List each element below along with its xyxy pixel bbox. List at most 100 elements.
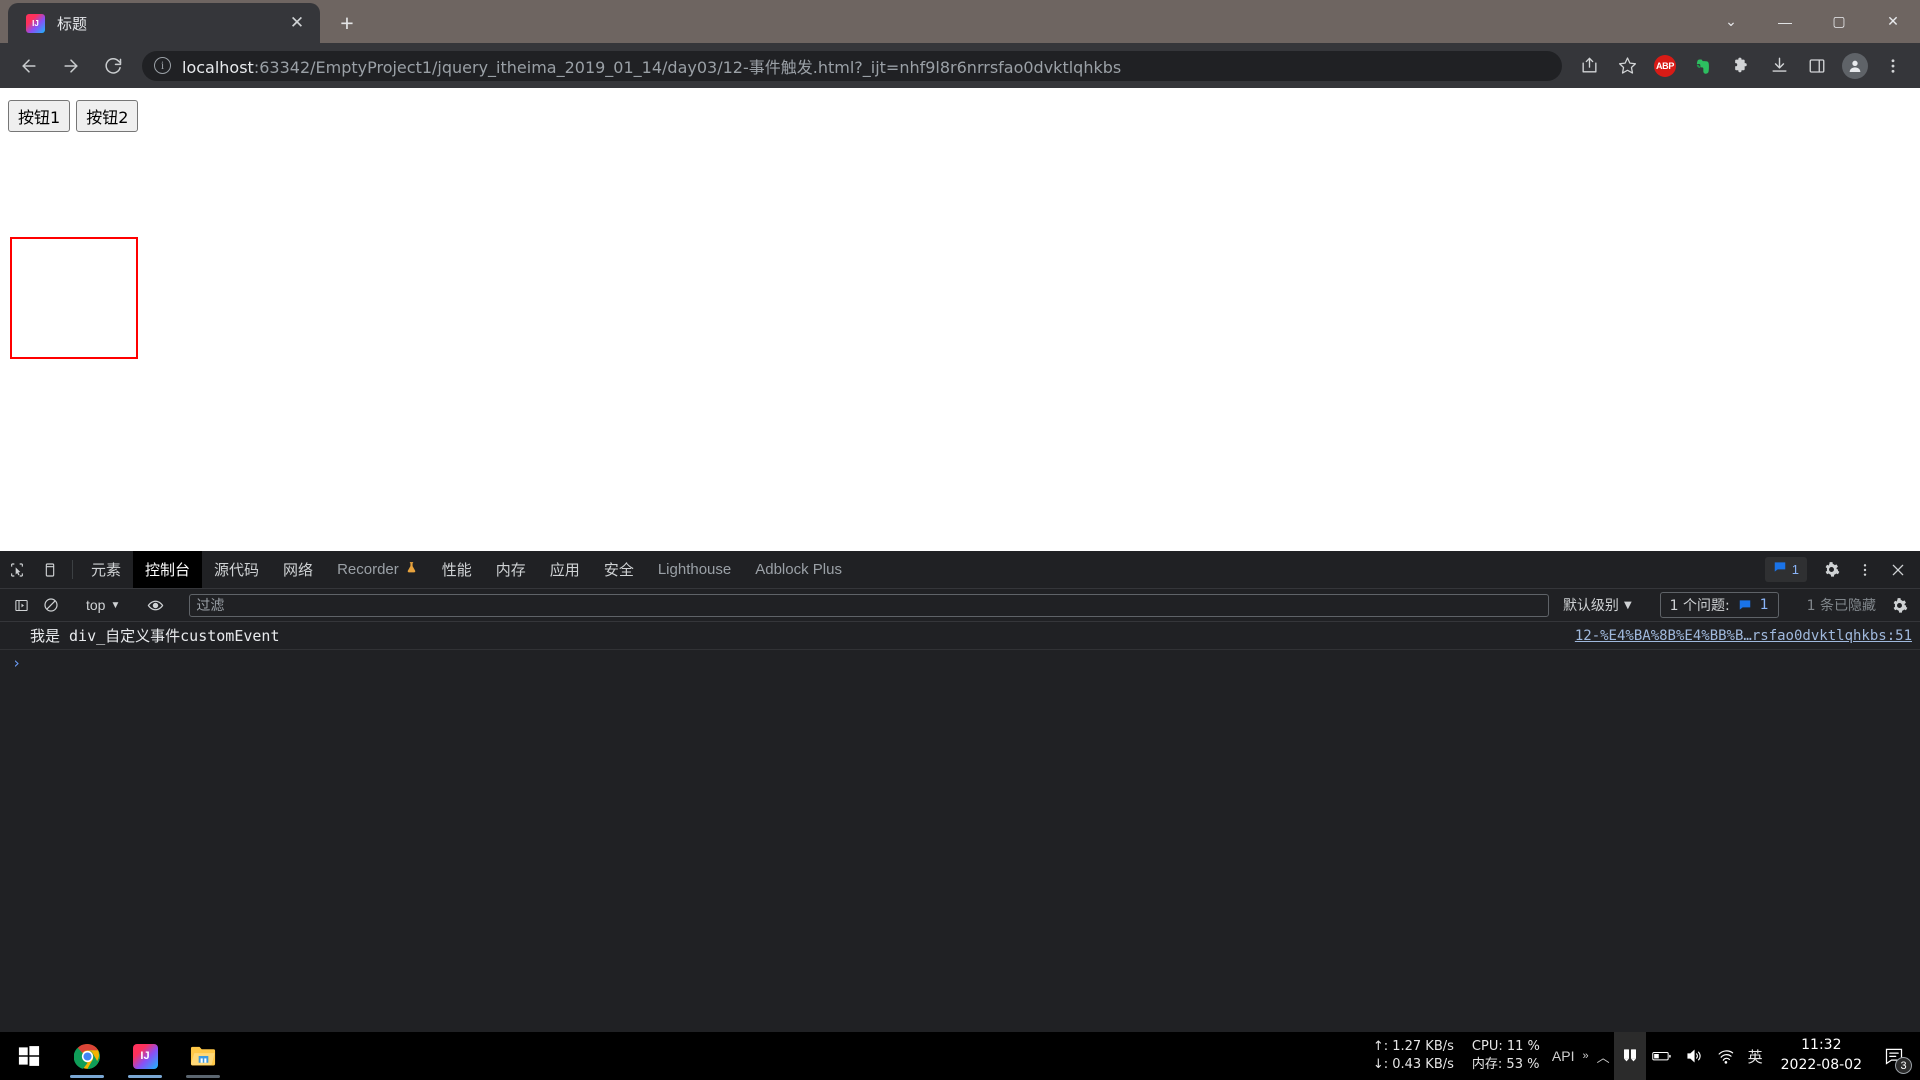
clock-date: 2022-08-02 xyxy=(1780,1057,1862,1073)
console-sidebar-toggle-icon[interactable] xyxy=(6,592,36,618)
console-log-level-label: 默认级别 xyxy=(1562,598,1619,614)
window-controls: ⌄ — ▢ ✕ xyxy=(1704,0,1920,43)
devtools-tab-adblock-plus[interactable]: Adblock Plus xyxy=(743,551,854,588)
live-expression-eye-icon[interactable] xyxy=(140,592,170,618)
performance-indicator[interactable]: CPU: 11 % 内存: 53 % xyxy=(1464,1038,1548,1073)
console-log-source-link[interactable]: 12-%E4%BA%8B%E4%BB%B…rsfao0dvktlqhkbs:51 xyxy=(1563,628,1912,644)
intellij-logo: IJ xyxy=(132,1043,158,1069)
battery-icon[interactable] xyxy=(1646,1032,1678,1080)
download-speed: ↓: 0.43 KB/s xyxy=(1372,1057,1454,1072)
notification-center-icon[interactable]: 3 xyxy=(1874,1032,1914,1080)
console-filter-placeholder: 过滤 xyxy=(196,598,225,614)
issues-badge-count: 1 xyxy=(1791,562,1799,577)
downloads-icon[interactable] xyxy=(1763,50,1795,82)
clock[interactable]: 11:32 2022-08-02 xyxy=(1769,1036,1874,1075)
devtools-tab-security[interactable]: 安全 xyxy=(592,551,646,588)
abp-label: ABP xyxy=(1654,54,1676,77)
intellij-taskbar-icon[interactable]: IJ xyxy=(116,1032,174,1080)
gear-icon[interactable] xyxy=(1815,561,1848,578)
devtools-panel: 元素 控制台 源代码 网络 Recorder 性能 内存 应用 安全 Light… xyxy=(0,551,1920,1032)
bookmark-star-icon[interactable] xyxy=(1611,50,1643,82)
adblock-plus-icon[interactable]: ABP xyxy=(1649,50,1681,82)
evernote-icon[interactable] xyxy=(1687,50,1719,82)
memory-usage: 内存: 53 % xyxy=(1471,1057,1540,1072)
console-log-level-selector[interactable]: 默认级别 ▼ xyxy=(1555,595,1640,615)
chevron-down-icon[interactable]: ⌄ xyxy=(1704,0,1758,43)
show-hidden-icons-icon[interactable]: ︿ xyxy=(1593,1047,1614,1066)
console-prompt[interactable]: › xyxy=(0,650,1920,676)
devtools-tab-lighthouse[interactable]: Lighthouse xyxy=(646,551,743,588)
extensions-puzzle-icon[interactable] xyxy=(1725,50,1757,82)
wifi-icon[interactable] xyxy=(1710,1032,1742,1080)
forward-icon[interactable] xyxy=(54,49,88,83)
devtools-close-icon[interactable] xyxy=(1881,562,1914,578)
console-log-entry[interactable]: 我是 div_自定义事件customEvent 12-%E4%BA%8B%E4%… xyxy=(0,622,1920,650)
page-viewport: 按钮1 按钮2 xyxy=(0,88,1920,551)
devtools-tab-network[interactable]: 网络 xyxy=(271,551,325,588)
new-tab-button[interactable]: + xyxy=(330,6,364,40)
site-info-icon[interactable]: i xyxy=(154,57,171,74)
ime-indicator[interactable]: 英 xyxy=(1742,1046,1769,1067)
start-button[interactable] xyxy=(0,1032,58,1080)
screen: 标题 ✕ + ⌄ — ▢ ✕ i localhost:63342/EmptyPr… xyxy=(0,0,1920,1080)
more-vertical-icon[interactable] xyxy=(1848,562,1881,578)
console-prompt-caret: › xyxy=(12,654,22,672)
volume-icon[interactable] xyxy=(1678,1032,1710,1080)
console-context-selector[interactable]: top ▼ xyxy=(79,597,127,613)
clear-console-icon[interactable] xyxy=(36,592,66,618)
api-tray-label[interactable]: API xyxy=(1548,1048,1579,1064)
divider xyxy=(72,560,73,579)
console-settings-gear-icon[interactable] xyxy=(1884,592,1914,618)
address-bar[interactable]: i localhost:63342/EmptyProject1/jquery_i… xyxy=(142,50,1562,81)
cpu-usage: CPU: 11 % xyxy=(1471,1039,1540,1055)
browser-toolbar: i localhost:63342/EmptyProject1/jquery_i… xyxy=(0,43,1920,88)
console-filter-input[interactable]: 过滤 xyxy=(189,593,1549,617)
windows-taskbar: IJ ↑: 1.27 KB/s ↓: 0.43 KB/s CPU: 11 % 内… xyxy=(0,1032,1920,1080)
devtools-tab-console[interactable]: 控制台 xyxy=(133,551,203,588)
devtools-tab-recorder-label: Recorder xyxy=(337,561,399,578)
inspect-element-icon[interactable] xyxy=(0,551,33,588)
chevron-down-icon: ▼ xyxy=(110,599,121,611)
system-tray: ↑: 1.27 KB/s ↓: 0.43 KB/s CPU: 11 % 内存: … xyxy=(1363,1032,1920,1080)
red-bordered-div[interactable] xyxy=(10,237,138,359)
browser-tab[interactable]: 标题 ✕ xyxy=(8,3,320,43)
clock-time: 11:32 xyxy=(1801,1037,1842,1054)
console-hidden-count: 1 条已隐藏 xyxy=(1806,598,1876,614)
console-issues-count: 1 xyxy=(1759,597,1769,613)
devtools-tab-application[interactable]: 应用 xyxy=(538,551,592,588)
console-output[interactable]: 我是 div_自定义事件customEvent 12-%E4%BA%8B%E4%… xyxy=(0,622,1920,1032)
reload-icon[interactable] xyxy=(96,49,130,83)
devtools-tab-memory[interactable]: 内存 xyxy=(484,551,538,588)
window-close-button[interactable]: ✕ xyxy=(1866,0,1920,43)
console-issues-label: 1 个问题: xyxy=(1669,598,1730,614)
page-button-2[interactable]: 按钮2 xyxy=(76,100,139,132)
close-icon[interactable]: ✕ xyxy=(284,10,310,36)
app-tray-icon[interactable] xyxy=(1613,1032,1646,1080)
console-log-message: 我是 div_自定义事件customEvent xyxy=(30,627,280,645)
devtools-tab-performance[interactable]: 性能 xyxy=(430,551,484,588)
toolbar-actions: ABP xyxy=(1570,50,1912,82)
maximize-button[interactable]: ▢ xyxy=(1812,0,1866,43)
profile-avatar-icon[interactable] xyxy=(1839,50,1871,82)
console-filter-bar: top ▼ 过滤 默认级别 ▼ 1 个问题: 1 1 条已隐藏 xyxy=(0,589,1920,622)
devtools-tab-recorder[interactable]: Recorder xyxy=(325,551,430,588)
side-panel-icon[interactable] xyxy=(1801,50,1833,82)
file-explorer-taskbar-icon[interactable] xyxy=(174,1032,232,1080)
console-filter-right: 默认级别 ▼ 1 个问题: 1 1 条已隐藏 xyxy=(1555,592,1914,618)
devtools-tab-elements[interactable]: 元素 xyxy=(79,551,133,588)
page-button-group: 按钮1 按钮2 xyxy=(0,88,1920,132)
network-speed-indicator[interactable]: ↑: 1.27 KB/s ↓: 0.43 KB/s xyxy=(1363,1038,1464,1073)
experiment-flask-icon xyxy=(405,561,418,578)
back-icon[interactable] xyxy=(12,49,46,83)
tray-overflow-icon[interactable]: » xyxy=(1578,1050,1592,1062)
issues-badge[interactable]: 1 xyxy=(1764,557,1807,582)
page-button-1[interactable]: 按钮1 xyxy=(8,100,71,132)
device-toolbar-icon[interactable] xyxy=(33,551,66,588)
chrome-menu-icon[interactable] xyxy=(1877,50,1909,82)
url-host: localhost xyxy=(182,57,254,77)
chrome-taskbar-icon[interactable] xyxy=(58,1032,116,1080)
devtools-tab-sources[interactable]: 源代码 xyxy=(202,551,271,588)
share-icon[interactable] xyxy=(1573,50,1605,82)
minimize-button[interactable]: — xyxy=(1758,0,1812,43)
console-issues-button[interactable]: 1 个问题: 1 xyxy=(1659,592,1779,618)
